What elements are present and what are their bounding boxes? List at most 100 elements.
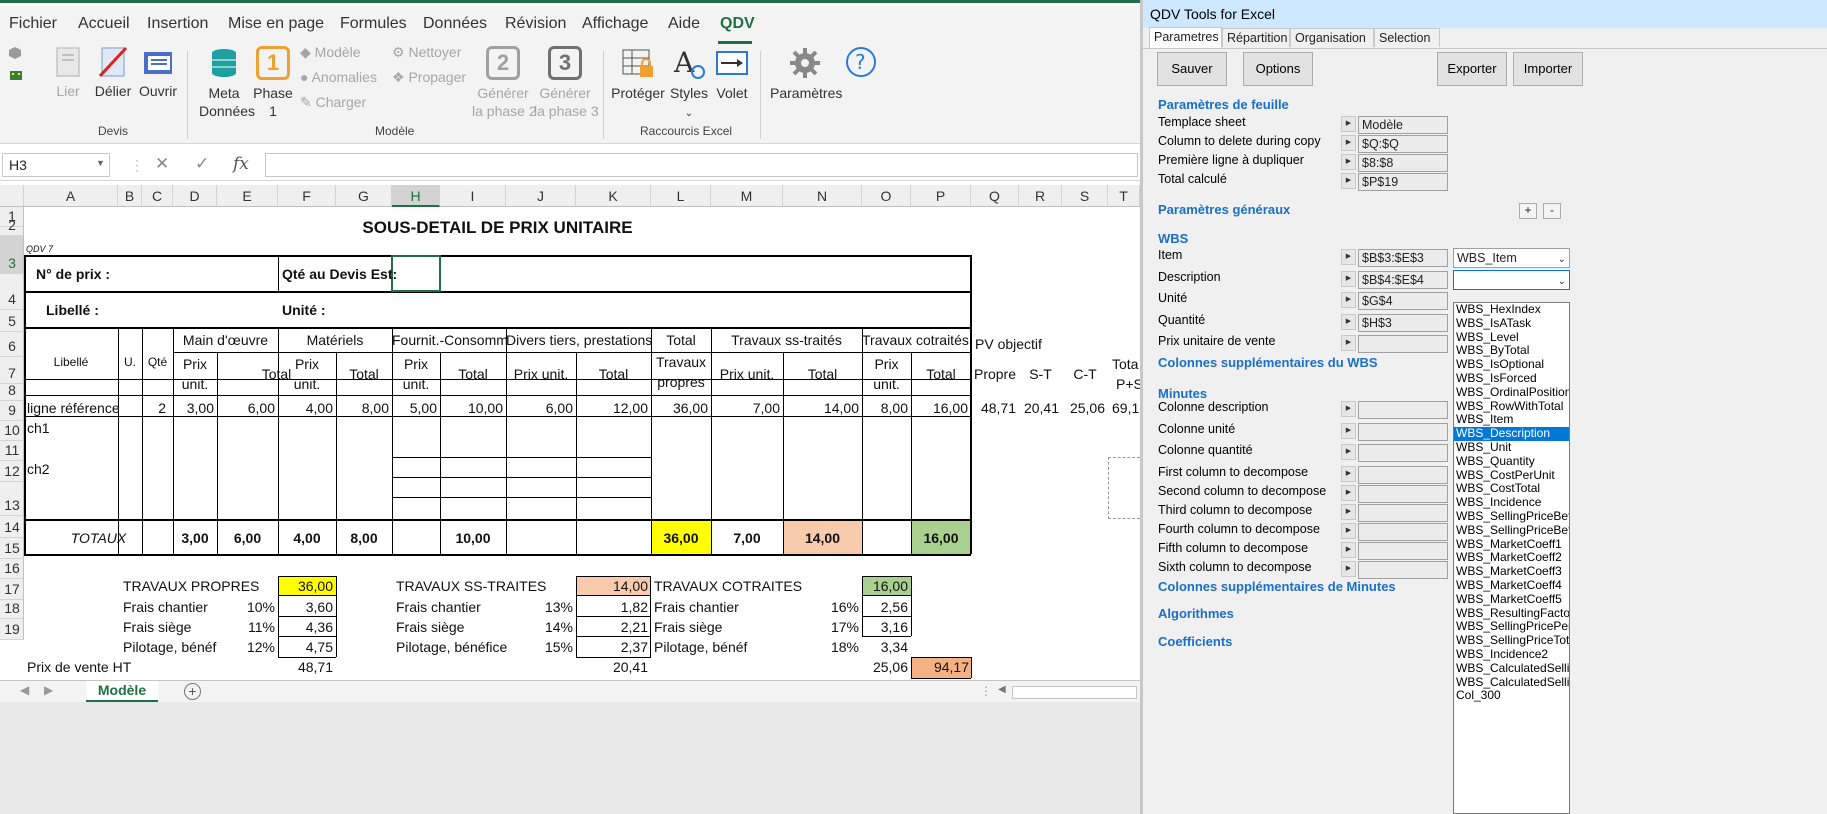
minutes-row-3-value[interactable] (1358, 466, 1448, 484)
row8-t[interactable]: 69,1 (1112, 399, 1140, 417)
row-header-9[interactable]: 9 (0, 401, 24, 421)
header-materiels[interactable]: Matériels (278, 331, 392, 349)
list-option[interactable]: WBS_ResultingFactor (1454, 606, 1569, 621)
expand-arrow-icon[interactable]: ▶ (1341, 173, 1356, 189)
list-option[interactable]: WBS_Incidence2 (1454, 647, 1569, 662)
row8-q[interactable]: 48,71 (971, 399, 1016, 417)
minutes-row-2-value[interactable] (1358, 444, 1448, 462)
list-option[interactable]: WBS_CalculatedSellin (1454, 675, 1569, 690)
header-propre[interactable]: Propre (971, 365, 1019, 383)
menu-insertion[interactable]: Insertion (147, 15, 208, 33)
list-option[interactable]: WBS_MarketCoeff5 (1454, 592, 1569, 607)
fx-icon[interactable]: fx (233, 154, 249, 174)
column-header-m[interactable]: M (711, 185, 783, 207)
help-icon[interactable]: ? (845, 46, 877, 78)
summary-val-b-17[interactable]: 2,21 (576, 618, 648, 636)
list-option[interactable]: WBS_IsATask (1454, 316, 1569, 331)
expand-arrow-icon[interactable]: ▶ (1341, 542, 1356, 558)
minutes-row-7-value[interactable] (1358, 542, 1448, 560)
label-qte-devis[interactable]: Qté au Devis Est: (282, 265, 397, 283)
row-header-2[interactable]: 2 (0, 217, 24, 236)
label-unite[interactable]: Unité : (282, 301, 342, 319)
summary-label-c-17[interactable]: Frais siège (654, 618, 754, 636)
header-total-k[interactable]: Total (576, 365, 651, 383)
proteger-button[interactable]: Protéger (611, 46, 665, 102)
header-total-3[interactable]: propres (651, 373, 711, 391)
header-divers[interactable]: Divers tiers, prestations (506, 331, 656, 349)
row8-f[interactable]: 4,00 (278, 399, 333, 417)
header-ss-traites[interactable]: Travaux ss-traités (711, 331, 862, 349)
summary-pct-a-17[interactable]: 11% (230, 618, 275, 636)
row-header-17[interactable]: 17 (0, 579, 24, 600)
row8-r[interactable]: 20,41 (1019, 399, 1059, 417)
header-cotraites[interactable]: Travaux cotraités (862, 331, 974, 349)
cancel-icon[interactable]: ✕ (155, 154, 169, 174)
column-header-q[interactable]: Q (971, 185, 1019, 207)
expand-arrow-icon[interactable]: ▶ (1341, 335, 1356, 351)
list-option[interactable]: WBS_Quantity (1454, 454, 1569, 469)
chevron-down-icon[interactable]: ▼ (96, 158, 105, 168)
row8-qte[interactable]: 2 (142, 399, 166, 417)
header-unit-o[interactable]: unit. (862, 375, 911, 393)
propager-button[interactable]: ❖ Propager (392, 69, 466, 86)
expand-arrow-icon[interactable]: ▶ (1341, 504, 1356, 520)
header-prix-d[interactable]: Prix (173, 355, 217, 373)
parametres-button[interactable]: Paramètres (770, 46, 842, 102)
feuille-row-1-value[interactable]: $Q:$Q (1358, 135, 1448, 153)
wbs-row-4-value[interactable] (1358, 335, 1448, 353)
header-total-g[interactable]: Total (336, 365, 392, 383)
expand-arrow-icon[interactable]: ▶ (1341, 466, 1356, 482)
totaux-g[interactable]: 8,00 (336, 529, 392, 547)
header-unit-d[interactable]: unit. (173, 375, 217, 393)
expand-arrow-icon[interactable]: ▶ (1341, 485, 1356, 501)
select-all-corner[interactable] (0, 185, 24, 207)
minutes-row-4-value[interactable] (1358, 485, 1448, 503)
header-ps[interactable]: P+S (1116, 375, 1140, 393)
section-minutes-extra[interactable]: Colonnes supplémentaires de Minutes (1158, 579, 1396, 594)
section-wbs[interactable]: WBS (1158, 231, 1188, 246)
list-option[interactable]: WBS_SellingPricePeru (1454, 620, 1569, 634)
column-header-j[interactable]: J (506, 185, 576, 207)
minutes-row-1-value[interactable] (1358, 423, 1448, 441)
row-header-19[interactable]: 19 (0, 619, 24, 640)
row-header-6[interactable]: 6 (0, 332, 24, 357)
column-header-r[interactable]: R (1019, 185, 1062, 207)
summary-pct-a-16[interactable]: 10% (230, 598, 275, 616)
list-option[interactable]: WBS_RowWithTotal (1454, 399, 1569, 414)
menu-accueil[interactable]: Accueil (78, 15, 130, 33)
collapse-button[interactable]: - (1543, 203, 1561, 219)
scroll-left-icon[interactable]: ◀ (998, 684, 1006, 695)
wbs-description-combo[interactable]: ⌄ (1453, 270, 1570, 290)
summary-pv-total[interactable]: 94,17 (911, 658, 969, 676)
header-pv-objectif[interactable]: PV objectif (975, 335, 1065, 353)
summary-tp-value[interactable]: 36,00 (278, 577, 333, 595)
menu-aide[interactable]: Aide (668, 15, 700, 33)
enter-icon[interactable]: ✓ (195, 154, 209, 174)
list-option[interactable]: WBS_SellingPriceBefo (1454, 523, 1569, 538)
totaux-n[interactable]: 14,00 (783, 529, 862, 547)
tab-repartition[interactable]: Répartition (1222, 28, 1290, 47)
summary-travaux-propres[interactable]: TRAVAUX PROPRES (123, 577, 273, 595)
minutes-row-5-value[interactable] (1358, 504, 1448, 522)
list-option[interactable]: WBS_SellingPriceTota (1454, 633, 1569, 648)
styles-button[interactable]: A Styles ⌄ (668, 46, 710, 123)
feuille-row-3-value[interactable]: $P$19 (1358, 173, 1448, 191)
summary-pct-c-18[interactable]: 18% (810, 638, 859, 656)
header-prixunit-m[interactable]: Prix unit. (711, 365, 783, 383)
summary-pct-b-18[interactable]: 15% (530, 638, 573, 656)
row-header-13[interactable]: 13 (0, 482, 24, 516)
row-header-12[interactable]: 12 (0, 461, 24, 482)
expand-arrow-icon[interactable]: ▶ (1341, 523, 1356, 539)
menu-donnees[interactable]: Données (423, 15, 487, 33)
header-prix-h[interactable]: Prix (392, 355, 440, 373)
feuille-row-2-value[interactable]: $8:$8 (1358, 154, 1448, 172)
list-option[interactable]: WBS_HexIndex (1454, 303, 1569, 317)
column-header-n[interactable]: N (783, 185, 862, 207)
summary-val-b-18[interactable]: 2,37 (576, 638, 648, 656)
totaux-p[interactable]: 16,00 (911, 529, 971, 547)
totaux-l[interactable]: 36,00 (651, 529, 711, 547)
header-unit-h[interactable]: unit. (392, 375, 440, 393)
row8-k[interactable]: 12,00 (576, 399, 648, 417)
menu-qdv[interactable]: QDV (720, 15, 755, 33)
expand-arrow-icon[interactable]: ▶ (1341, 249, 1356, 265)
